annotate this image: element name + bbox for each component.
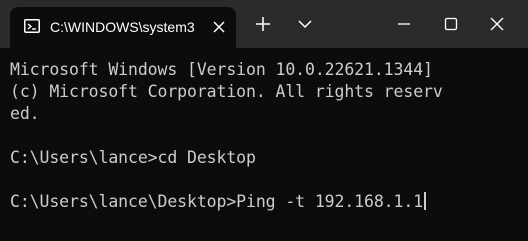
close-icon (490, 17, 504, 31)
terminal-icon (24, 19, 40, 33)
close-tab-icon[interactable] (210, 18, 228, 36)
terminal-line: C:\Users\lance>cd Desktop (10, 148, 256, 167)
command-line[interactable]: C:\Users\lance\Desktop>Ping -t 192.168.1… (10, 191, 427, 213)
terminal-output[interactable]: Microsoft Windows [Version 10.0.22621.13… (0, 48, 528, 241)
maximize-button[interactable] (440, 14, 462, 34)
close-window-button[interactable] (486, 14, 508, 34)
minimize-button[interactable] (393, 14, 415, 34)
terminal-line: Microsoft Windows [Version 10.0.22621.13… (10, 60, 433, 79)
minimize-icon (398, 23, 410, 25)
command-text: C:\Users\lance\Desktop>Ping -t 192.168.1… (10, 192, 424, 211)
tab-dropdown-button[interactable] (294, 14, 316, 34)
terminal-line: ed. (10, 104, 40, 123)
terminal-tab[interactable]: C:\WINDOWS\system3 (10, 7, 236, 48)
plus-icon (256, 17, 270, 31)
new-tab-button[interactable] (252, 14, 274, 34)
chevron-down-icon (298, 20, 312, 29)
maximize-icon (444, 17, 458, 31)
tab-title: C:\WINDOWS\system3 (50, 19, 195, 35)
terminal-window: C:\WINDOWS\system3 Microsoft Windows [Ve… (0, 0, 528, 241)
terminal-line: (c) Microsoft Corporation. All rights re… (10, 82, 443, 101)
text-cursor (424, 192, 427, 210)
title-bar[interactable]: C:\WINDOWS\system3 (0, 0, 528, 48)
